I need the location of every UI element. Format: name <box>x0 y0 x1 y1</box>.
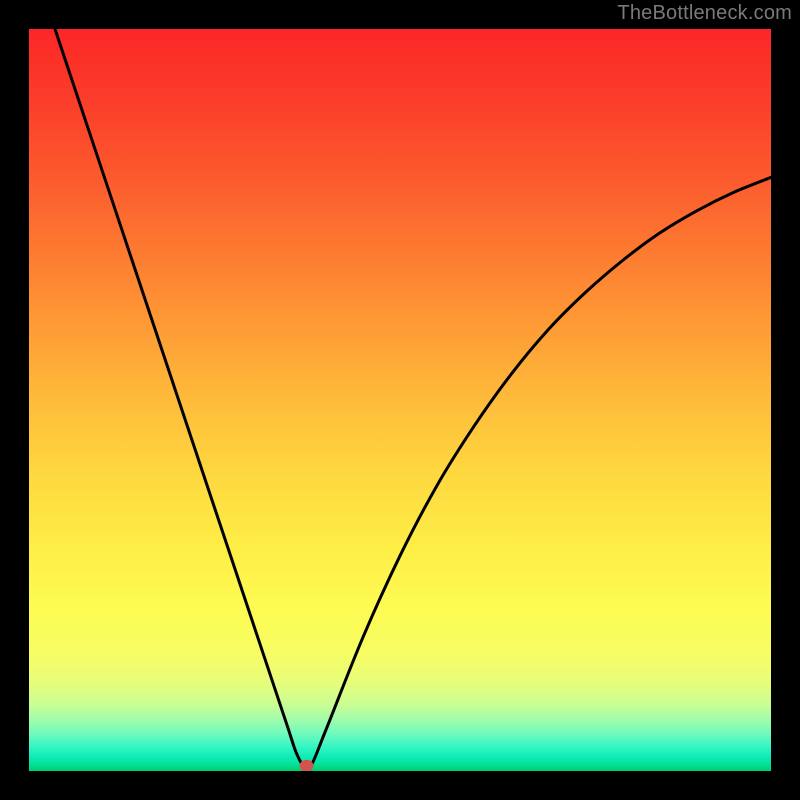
attribution-text: TheBottleneck.com <box>617 2 792 25</box>
chart-frame: TheBottleneck.com <box>0 0 800 800</box>
curve-svg <box>29 29 771 771</box>
bottleneck-curve <box>55 29 771 769</box>
plot-area <box>29 29 771 771</box>
